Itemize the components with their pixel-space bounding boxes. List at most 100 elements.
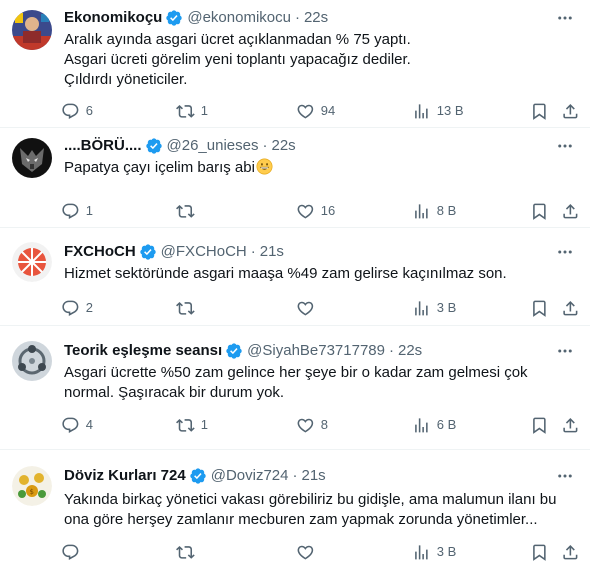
more-icon[interactable] bbox=[554, 466, 576, 486]
handle[interactable]: @ekonomikocu bbox=[187, 8, 291, 28]
verified-badge-icon bbox=[190, 468, 206, 484]
tweet[interactable]: Teorik eşleşme seansı @SiyahBe73717789 ·… bbox=[0, 326, 590, 450]
more-icon[interactable] bbox=[554, 341, 576, 361]
verified-badge-icon bbox=[145, 138, 162, 154]
bookmark-button[interactable] bbox=[530, 298, 549, 318]
retweet-icon bbox=[176, 104, 195, 118]
tweet-text: Yakında birkaç yönetici vakası görebilir… bbox=[64, 490, 574, 530]
like-button[interactable]: 16 bbox=[296, 201, 335, 221]
more-icon[interactable] bbox=[554, 8, 576, 28]
bookmark-icon bbox=[533, 417, 546, 434]
display-name[interactable]: FXCHoCH bbox=[64, 242, 136, 262]
reply-count: 2 bbox=[85, 300, 93, 315]
views-icon bbox=[415, 203, 428, 219]
share-button[interactable] bbox=[561, 298, 580, 318]
display-name[interactable]: Döviz Kurları 724 bbox=[64, 466, 186, 486]
timeline-feed: Ekonomikoçu @ekonomikocu · 22s Aralık ay… bbox=[0, 0, 590, 579]
bookmark-icon bbox=[533, 544, 546, 561]
tweet-text-line: Aralık ayında asgari ücret açıklanmadan … bbox=[64, 31, 411, 48]
bookmark-icon bbox=[533, 103, 546, 120]
reply-button[interactable]: 1 bbox=[61, 201, 93, 221]
tweet-header: Döviz Kurları 724 @Doviz724 · 21s bbox=[64, 466, 574, 486]
reply-button[interactable]: 2 bbox=[61, 298, 93, 318]
like-icon bbox=[297, 104, 314, 119]
share-icon bbox=[563, 300, 578, 316]
views-button[interactable]: 6 B bbox=[412, 415, 456, 435]
reply-button[interactable]: 4 bbox=[61, 415, 93, 435]
display-name[interactable]: Ekonomikoçu bbox=[64, 8, 162, 28]
tweet[interactable]: $ Döviz Kurları 724 @Doviz724 · 21s Yakı… bbox=[0, 450, 590, 579]
views-button[interactable]: 3 B bbox=[412, 542, 456, 562]
timestamp[interactable]: 21s bbox=[260, 242, 284, 262]
handle[interactable]: @FXCHoCH bbox=[161, 242, 247, 262]
views-button[interactable]: 13 B bbox=[412, 101, 464, 121]
tweet-text: Hizmet sektöründe asgari maaşa %49 zam g… bbox=[64, 264, 574, 284]
timestamp[interactable]: 22s bbox=[271, 136, 295, 156]
action-bar: 3 B bbox=[0, 542, 590, 562]
bookmark-button[interactable] bbox=[530, 415, 549, 435]
like-button[interactable] bbox=[296, 542, 321, 562]
tweet-text: Papatya çayı içelim barış abi bbox=[64, 158, 574, 178]
share-button[interactable] bbox=[561, 101, 580, 121]
tweet[interactable]: Ekonomikoçu @ekonomikocu · 22s Aralık ay… bbox=[0, 0, 590, 128]
views-icon bbox=[415, 417, 428, 433]
separator-dot: · bbox=[262, 137, 268, 154]
share-button[interactable] bbox=[561, 415, 580, 435]
retweet-button[interactable]: 1 bbox=[176, 415, 208, 435]
separator-dot: · bbox=[389, 342, 394, 359]
svg-text:$: $ bbox=[30, 488, 34, 496]
separator-dot: · bbox=[292, 467, 298, 484]
tweet-text-line: Yakında birkaç yönetici vakası görebilir… bbox=[64, 491, 557, 508]
reply-icon bbox=[62, 417, 79, 433]
display-name[interactable]: Teorik eşleşme seansı bbox=[64, 341, 222, 361]
bookmark-button[interactable] bbox=[530, 101, 549, 121]
reply-icon bbox=[62, 103, 79, 119]
retweet-button[interactable] bbox=[176, 298, 201, 318]
avatar[interactable] bbox=[12, 242, 52, 282]
like-icon bbox=[297, 301, 314, 316]
separator-dot: · bbox=[250, 243, 256, 260]
avatar[interactable] bbox=[12, 341, 52, 381]
retweet-button[interactable] bbox=[176, 201, 201, 221]
like-button[interactable]: 8 bbox=[296, 415, 328, 435]
views-icon bbox=[415, 103, 428, 119]
retweet-icon bbox=[176, 204, 195, 218]
bookmark-button[interactable] bbox=[530, 201, 549, 221]
display-name[interactable]: ....BÖRÜ.... bbox=[64, 136, 142, 156]
avatar[interactable] bbox=[12, 10, 52, 50]
reply-icon bbox=[62, 203, 79, 219]
tweet-text-line: Asgari ücrette %50 zam gelince her şeye … bbox=[64, 364, 528, 381]
reply-button[interactable]: 6 bbox=[61, 101, 93, 121]
share-button[interactable] bbox=[561, 542, 580, 562]
retweet-button[interactable]: 1 bbox=[176, 101, 208, 121]
bookmark-button[interactable] bbox=[530, 542, 549, 562]
share-icon bbox=[563, 544, 578, 560]
tweet[interactable]: ....BÖRÜ.... @26_unieses · 22s Papatya ç… bbox=[0, 128, 590, 228]
views-count: 13 B bbox=[436, 103, 464, 118]
verified-badge-icon bbox=[166, 10, 183, 26]
tweet[interactable]: FXCHoCH @FXCHoCH · 21s Hizmet sektöründe… bbox=[0, 228, 590, 326]
more-icon[interactable] bbox=[554, 242, 576, 262]
retweet-button[interactable] bbox=[176, 542, 201, 562]
share-button[interactable] bbox=[561, 201, 580, 221]
like-button[interactable]: 94 bbox=[296, 101, 335, 121]
timestamp[interactable]: 22s bbox=[304, 8, 328, 28]
avatar[interactable]: $ bbox=[12, 466, 52, 506]
views-button[interactable]: 8 B bbox=[412, 201, 456, 221]
like-button[interactable] bbox=[296, 298, 321, 318]
reply-button[interactable] bbox=[61, 542, 86, 562]
timestamp[interactable]: 21s bbox=[301, 466, 325, 486]
views-button[interactable]: 3 B bbox=[412, 298, 456, 318]
avatar[interactable] bbox=[12, 138, 52, 178]
handle[interactable]: @SiyahBe73717789 bbox=[247, 341, 385, 361]
more-icon[interactable] bbox=[554, 136, 576, 156]
handle[interactable]: @26_unieses bbox=[167, 136, 259, 156]
views-count: 3 B bbox=[436, 544, 457, 559]
like-icon bbox=[297, 418, 314, 433]
timestamp[interactable]: 22s bbox=[398, 341, 422, 361]
retweet-count: 1 bbox=[200, 103, 208, 118]
tweet-text: Asgari ücrette %50 zam gelince her şeye … bbox=[64, 363, 574, 403]
handle[interactable]: @Doviz724 bbox=[211, 466, 289, 486]
reply-icon bbox=[62, 300, 79, 316]
tweet-text-line: Papatya çayı içelim barış abi bbox=[64, 158, 574, 178]
